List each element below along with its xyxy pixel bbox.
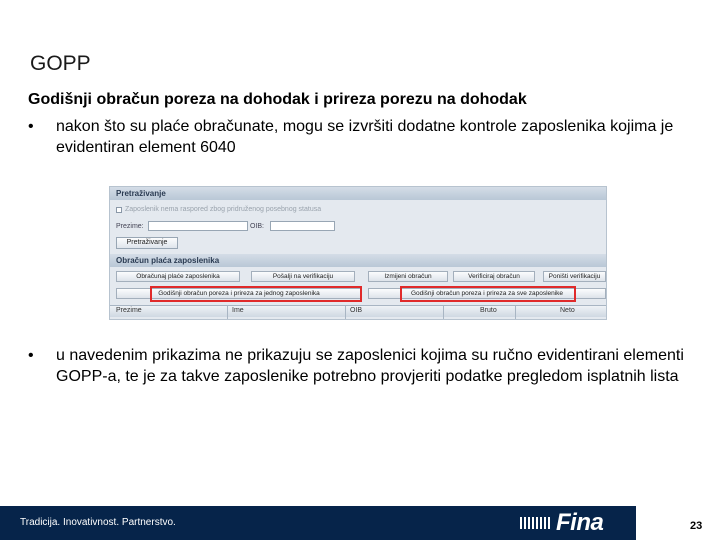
column-separator — [227, 305, 228, 319]
column-net: Neto — [560, 307, 575, 314]
slide-title: GOPP — [30, 52, 91, 75]
column-separator — [345, 305, 346, 319]
cancel-verification-button[interactable]: Poništi verifikaciju — [543, 271, 606, 282]
fina-logo: Fina — [520, 509, 604, 537]
bullet-marker: • — [28, 347, 34, 364]
payroll-section-header: Obračun plaća zaposlenika — [110, 254, 606, 267]
surname-label: Prezime: — [116, 223, 144, 230]
status-checkbox[interactable] — [116, 207, 122, 213]
bullet-text: nakon što su plaće obračunate, mogu se i… — [56, 118, 674, 156]
oib-input[interactable] — [270, 221, 335, 231]
bullet-marker: • — [28, 118, 34, 135]
app-screenshot: Pretraživanje Zaposlenik nema raspored z… — [109, 186, 607, 320]
search-button[interactable]: Pretraživanje — [116, 237, 178, 249]
edit-calculation-button[interactable]: Izmijeni obračun — [368, 271, 448, 282]
column-separator — [443, 305, 444, 319]
slide-subtitle: Godišnji obračun poreza na dohodak i pri… — [28, 91, 527, 108]
search-section-header: Pretraživanje — [110, 187, 606, 200]
bullet-text: u navedenim prikazima ne prikazuju se za… — [56, 347, 684, 385]
column-separator — [515, 305, 516, 319]
calculate-payroll-button[interactable]: Obračunaj plaće zaposlenika — [116, 271, 240, 282]
page-number: 23 — [690, 520, 703, 532]
column-gross: Bruto — [480, 307, 497, 314]
send-verification-button[interactable]: Pošalji na verifikaciju — [251, 271, 355, 282]
column-surname: Prezime — [116, 307, 142, 314]
logo-word: Fina — [556, 509, 604, 536]
logo-bars-icon — [520, 517, 550, 529]
oib-label: OIB: — [250, 223, 265, 230]
column-name: Ime — [232, 307, 244, 314]
surname-input[interactable] — [148, 221, 248, 231]
column-oib: OIB — [350, 307, 363, 314]
footer-tagline: Tradicija. Inovativnost. Partnerstvo. — [20, 517, 176, 528]
annual-tax-all-highlight — [400, 286, 576, 302]
annual-tax-single-highlight — [150, 286, 362, 302]
verify-calculation-button[interactable]: Verificiraj obračun — [453, 271, 535, 282]
status-checkbox-label: Zaposlenik nema raspored zbog pridruženo… — [125, 206, 322, 213]
